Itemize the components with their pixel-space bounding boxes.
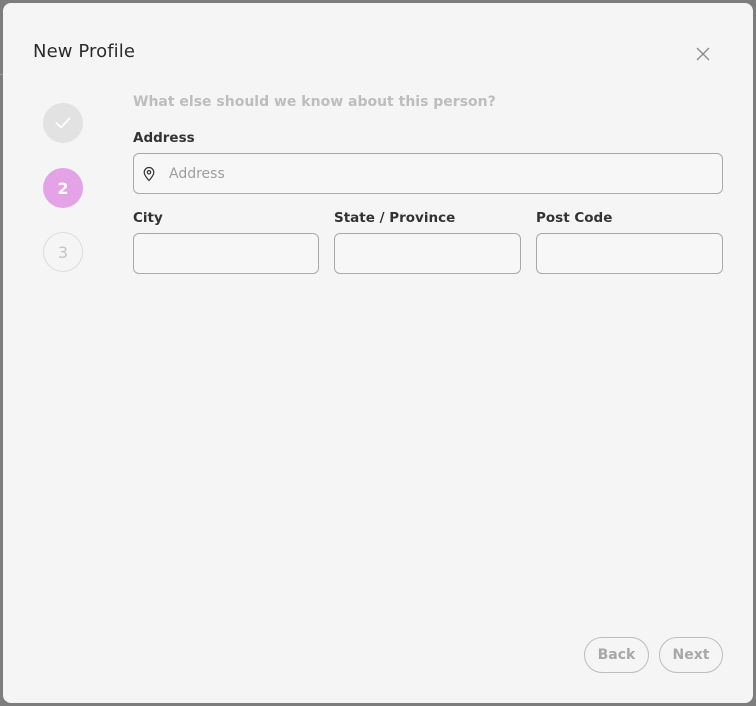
state-field-wrapper — [334, 233, 521, 274]
address-label: Address — [133, 130, 195, 146]
next-button[interactable]: Next — [659, 637, 723, 673]
check-icon — [55, 117, 71, 129]
dialog-title: New Profile — [33, 41, 136, 62]
close-icon — [696, 47, 710, 61]
city-field-wrapper — [133, 233, 319, 274]
new-profile-dialog: New Profile 2 3 What else should we know… — [3, 3, 753, 703]
section-question: What else should we know about this pers… — [133, 94, 496, 110]
state-label: State / Province — [334, 210, 456, 226]
postcode-input[interactable] — [537, 234, 722, 273]
postcode-label: Post Code — [536, 210, 613, 226]
step-2-current: 2 — [43, 168, 83, 208]
back-button[interactable]: Back — [584, 637, 649, 673]
close-button[interactable] — [691, 42, 715, 66]
state-input[interactable] — [335, 234, 520, 273]
postcode-field-wrapper — [536, 233, 723, 274]
map-pin-icon — [143, 166, 155, 182]
step-3-pending: 3 — [43, 232, 83, 272]
city-label: City — [133, 210, 163, 226]
address-field-wrapper — [133, 153, 723, 194]
step-1-completed — [43, 103, 83, 143]
city-input[interactable] — [134, 234, 318, 273]
address-input[interactable] — [134, 154, 722, 193]
